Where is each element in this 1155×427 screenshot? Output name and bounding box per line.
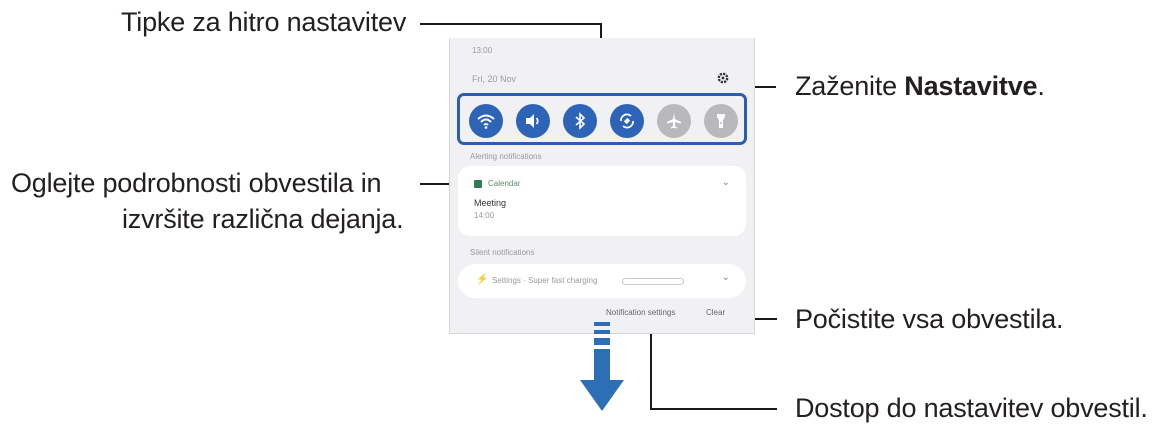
calendar-app-name: Calendar: [488, 179, 521, 188]
swipe-down-arrow-icon: [580, 322, 624, 411]
auto-rotate-icon[interactable]: [610, 104, 644, 138]
callout-launch-settings: Zaženite Nastavitve.: [795, 69, 1045, 103]
status-date: Fri, 20 Nov: [472, 74, 517, 84]
gear-icon[interactable]: [716, 71, 730, 85]
airplane-mode-icon[interactable]: [657, 104, 691, 138]
callout-launch-settings-bold: Nastavitve: [904, 71, 1038, 101]
progress-pill: [622, 278, 684, 285]
calendar-event-time: 14:00: [474, 211, 495, 220]
leader-line-notif-settings-h: [650, 408, 777, 410]
alerting-notifications-header: Alerting notifications: [470, 152, 542, 161]
leader-line-quick-buttons: [420, 23, 601, 25]
callout-notification-details-1: Oglejte podrobnosti obvestila in: [11, 168, 382, 198]
callout-launch-settings-prefix: Zaženite: [795, 71, 905, 101]
settings-notification-card[interactable]: ⚡ Settings · Super fast charging ⌄: [458, 264, 746, 298]
silent-notifications-header: Silent notifications: [470, 248, 535, 257]
sound-icon[interactable]: [516, 104, 550, 138]
wifi-icon[interactable]: [469, 104, 503, 138]
flashlight-icon[interactable]: [704, 104, 738, 138]
clear-button[interactable]: Clear: [706, 308, 725, 317]
notification-settings-button[interactable]: Notification settings: [606, 308, 675, 317]
calendar-event-title: Meeting: [474, 198, 507, 208]
callout-launch-settings-suffix: .: [1037, 71, 1045, 101]
quick-settings-row: [457, 93, 747, 145]
callout-clear-all: Počistite vsa obvestila.: [795, 304, 1064, 334]
chevron-down-icon[interactable]: ⌄: [722, 272, 730, 283]
status-time: 13:00: [472, 46, 493, 55]
settings-notification-text: Settings · Super fast charging: [492, 276, 598, 285]
leader-line-notif-settings-v: [650, 322, 652, 410]
lightning-icon: ⚡: [476, 274, 489, 285]
calendar-app-icon: [474, 180, 482, 188]
bluetooth-icon[interactable]: [563, 104, 597, 138]
chevron-down-icon[interactable]: ⌄: [722, 177, 730, 188]
calendar-notification-card[interactable]: Calendar ⌄ Meeting 14:00: [458, 166, 746, 236]
callout-quick-buttons: Tipke za hitro nastavitev: [121, 7, 407, 37]
callout-notification-details-2: izvršite različna dejanja.: [122, 204, 404, 234]
notification-panel: 13:00 Fri, 20 Nov Alerting notifications…: [449, 38, 755, 334]
callout-notification-settings: Dostop do nastavitev obvestil.: [795, 393, 1148, 423]
